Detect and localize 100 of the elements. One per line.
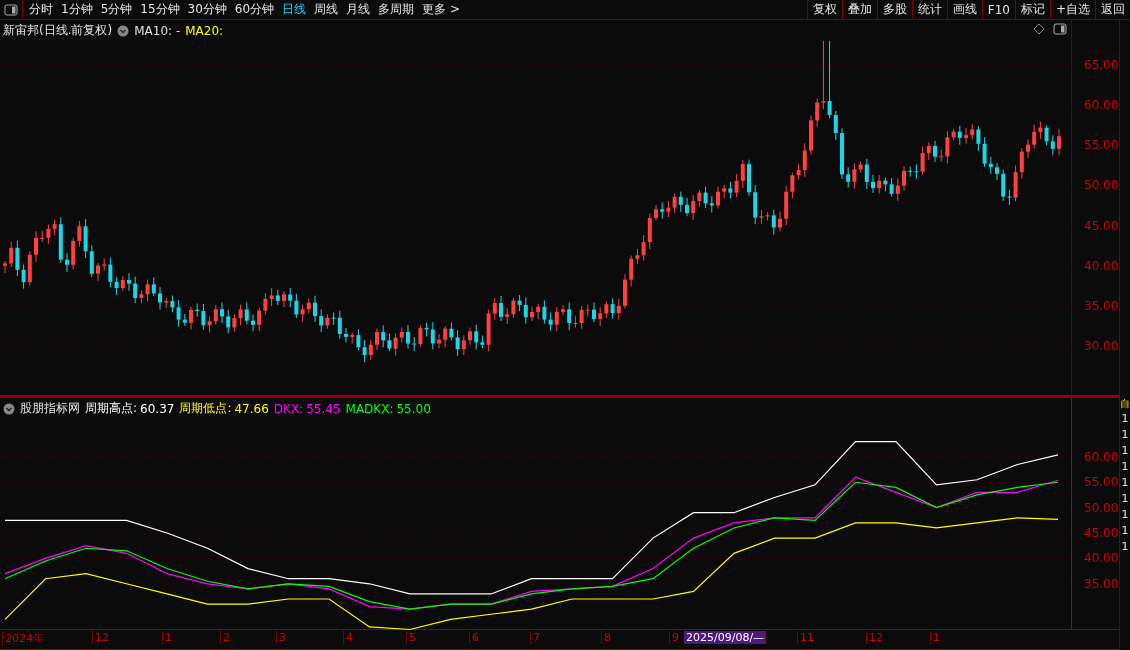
strip-digit: 1 (1121, 475, 1129, 491)
indicator-axis-label: 45.00 (1084, 526, 1119, 540)
period-tab[interactable]: 月线 (342, 0, 375, 19)
cursor-date-label: 2025/09/08/— (684, 631, 767, 644)
toolbar-button[interactable]: 统计 (911, 0, 947, 19)
date-axis-label: 2 (220, 631, 232, 644)
candlestick (530, 305, 534, 322)
series-name: DKX: (273, 401, 304, 416)
dropdown-icon[interactable] (117, 24, 130, 37)
diamond-icon[interactable] (1033, 23, 1045, 35)
indicator-axis-label: 50.00 (1084, 500, 1119, 515)
strip-digit: 1 (1121, 491, 1129, 507)
toolbar-button[interactable]: F10 (981, 0, 1015, 19)
indicator-axis-label: 40.00 (1084, 551, 1119, 566)
series-value: 60.37 (140, 401, 175, 416)
indicator-axis-label: 55.00 (1084, 475, 1119, 490)
date-axis-label: 4 (343, 631, 355, 644)
ma-legend: MA10: - (134, 23, 181, 38)
candlestick (747, 159, 751, 197)
period-tab[interactable]: 5分钟 (96, 0, 137, 19)
price-axis-label: 45.00 (1084, 218, 1119, 233)
dropdown-icon[interactable] (3, 402, 15, 415)
candlestick (437, 333, 441, 349)
indicator-axis-label: 35.00 (1084, 576, 1119, 591)
candlestick (685, 197, 689, 217)
candlestick (220, 301, 224, 324)
date-axis-label: 8 (601, 631, 613, 644)
date-axis-label: 11 (797, 631, 816, 644)
candlestick (561, 304, 565, 316)
toolbar-button[interactable]: 返回 (1095, 0, 1130, 19)
period-tab[interactable]: 多周期 (374, 0, 419, 19)
series-value: 47.66 (234, 401, 269, 416)
date-axis-label: 9 (669, 631, 681, 644)
candlestick (933, 140, 937, 163)
series-value: 55.45 (306, 401, 341, 416)
date-axis-label: 12 (92, 631, 111, 644)
date-axis-label: 12 (866, 631, 885, 644)
toolbar-button[interactable]: 复权 (806, 0, 842, 19)
series-value: 55.00 (396, 401, 431, 416)
toolbar-button[interactable]: +自选 (1049, 0, 1095, 19)
period-tab[interactable]: 60分钟 (230, 0, 279, 19)
date-axis-label: 2024年 (2, 631, 46, 646)
candlestick (592, 302, 596, 323)
toolbar-button[interactable]: 标记 (1014, 0, 1050, 19)
date-axis-label: 7 (530, 631, 542, 644)
period-tab[interactable]: 1分钟 (57, 0, 97, 19)
candlestick (468, 327, 472, 346)
ma-legend: MA20: (185, 23, 224, 38)
candlestick (995, 162, 999, 181)
price-axis-label: 65.00 (1084, 58, 1119, 72)
indicator-title: 股朋指标网 (20, 400, 80, 417)
period-tab[interactable]: 30分钟 (183, 0, 231, 19)
candlestick (778, 211, 782, 232)
date-axis-label: 5 (406, 631, 418, 644)
period-tab[interactable]: 15分钟 (136, 0, 184, 19)
candlestick (716, 186, 720, 210)
panel-icon[interactable] (1053, 23, 1067, 35)
toolbar-button[interactable]: 多股 (876, 0, 912, 19)
candlestick (34, 230, 38, 263)
strip-digit: 1 (1121, 459, 1129, 475)
candlestick (251, 313, 255, 332)
strip-digit: 1 (1121, 507, 1129, 523)
period-tab[interactable]: 更多 > (418, 0, 464, 19)
candlestick (406, 324, 410, 350)
series-name: 周期高点: (85, 400, 138, 417)
price-axis-label: 55.00 (1084, 138, 1119, 153)
toolbar-button[interactable]: 叠加 (841, 0, 877, 19)
candlestick (3, 260, 7, 274)
price-axis-label: 50.00 (1084, 178, 1119, 193)
candlestick (871, 174, 875, 194)
strip-digit: 1 (1121, 443, 1129, 459)
date-axis-label: 6 (469, 631, 481, 644)
period-tab[interactable]: 分时 (25, 0, 57, 19)
candlestick (65, 252, 69, 273)
candlestick (902, 165, 906, 192)
candlestick (127, 272, 131, 291)
indicator-axis-label: 60.00 (1084, 449, 1119, 464)
series-name: 周期低点: (179, 400, 232, 417)
date-axis-label: 3 (276, 631, 288, 644)
candlestick (158, 286, 162, 310)
candlestick (375, 328, 379, 351)
series-name: MADKX: (345, 401, 394, 416)
stock-title: 新宙邦(日线.前复权) (3, 22, 113, 39)
toolbar-button[interactable]: 画线 (946, 0, 982, 19)
strip-digit: 1 (1121, 427, 1129, 443)
strip-digit: 1 (1121, 411, 1129, 427)
strip-digit: 1 (1121, 539, 1129, 555)
candlestick (96, 262, 100, 282)
period-tab[interactable]: 日线 (278, 0, 311, 19)
price-axis-label: 30.00 (1084, 339, 1119, 354)
price-axis-label: 40.00 (1084, 258, 1119, 273)
candlestick (344, 327, 348, 343)
period-tab[interactable]: 周线 (310, 0, 343, 19)
candlestick (623, 273, 627, 310)
strip-digit: 1 (1121, 523, 1129, 539)
candlestick (499, 295, 503, 322)
candlestick (313, 295, 317, 323)
strip-marker: 自 (1120, 397, 1130, 411)
candlestick (189, 306, 193, 330)
price-axis-label: 60.00 (1084, 98, 1119, 113)
